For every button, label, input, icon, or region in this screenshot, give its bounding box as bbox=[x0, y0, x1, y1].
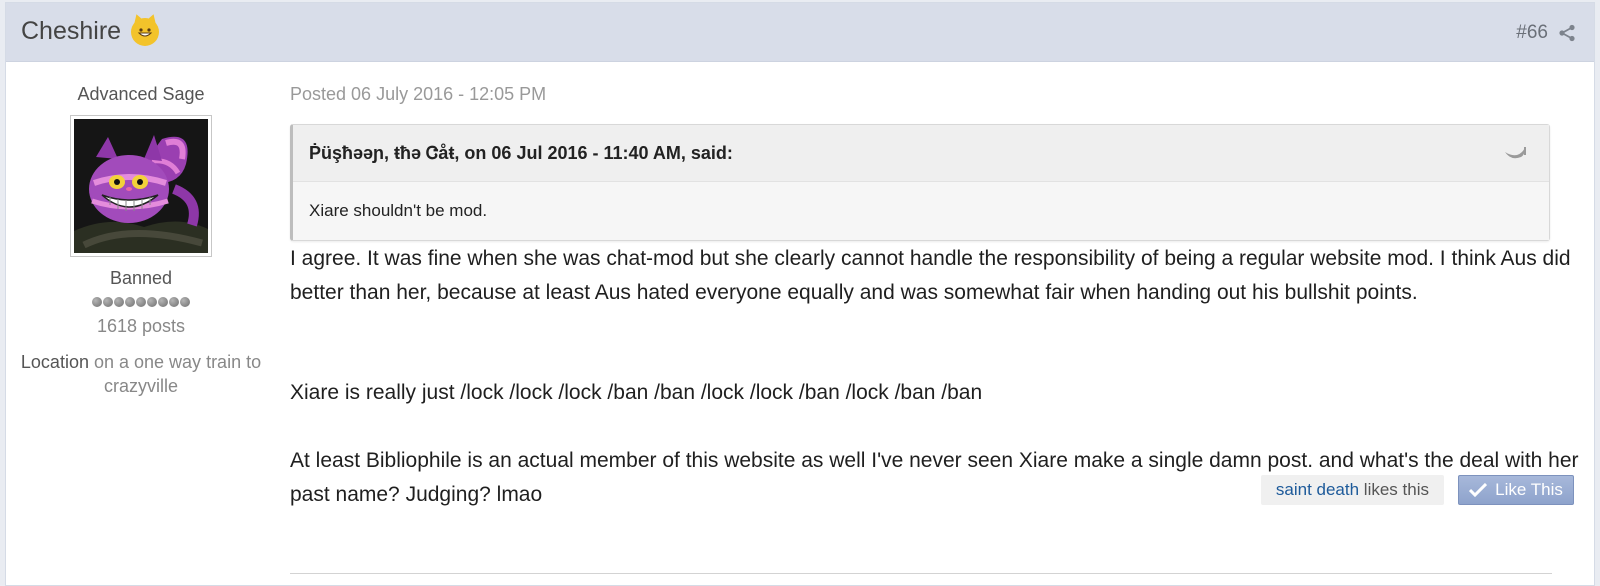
reputation-pip bbox=[136, 297, 146, 307]
quote-block: Ṗüşħəəɲ, ŧħə Ꮳåŧ, on 06 Jul 2016 - 11:40… bbox=[290, 124, 1550, 241]
author-name-text[interactable]: Cheshire bbox=[21, 17, 121, 46]
reputation-pip bbox=[114, 297, 124, 307]
grinning-cat-icon bbox=[131, 17, 160, 46]
author-sidebar: Advanced Sage Banned 1618 posts Location… bbox=[6, 61, 276, 398]
location-value: on a one way train to crazyville bbox=[93, 352, 262, 396]
reputation-pip bbox=[92, 297, 102, 307]
post-paragraph: I agree. It was fine when she was chat-m… bbox=[290, 247, 1571, 304]
post-header: Cheshire #66 bbox=[6, 3, 1594, 62]
forum-post: Cheshire #66 Advanced Sage Banned 1618 p… bbox=[5, 2, 1595, 586]
location: Location on a one way train to crazyvill… bbox=[6, 350, 276, 398]
reputation-pip bbox=[169, 297, 179, 307]
reputation-pip bbox=[103, 297, 113, 307]
quote-jump-icon[interactable] bbox=[1503, 145, 1527, 161]
location-label: Location bbox=[20, 352, 89, 372]
post-number-link[interactable]: #66 bbox=[1516, 22, 1548, 44]
reputation-pips bbox=[6, 297, 276, 307]
avatar[interactable] bbox=[70, 115, 212, 257]
divider bbox=[290, 573, 1552, 574]
posted-date: Posted 06 July 2016 - 12:05 PM bbox=[290, 84, 547, 104]
like-button-label[interactable]: Like This bbox=[1495, 480, 1563, 500]
cheshire-cat-avatar bbox=[74, 119, 208, 253]
quote-text: Xiare shouldn't be mod. bbox=[293, 182, 1549, 240]
check-icon bbox=[1469, 483, 1488, 497]
likes-suffix: likes this bbox=[1359, 480, 1429, 499]
post-count: 1618 posts bbox=[96, 316, 186, 336]
reputation-pip bbox=[125, 297, 135, 307]
reputation-pip bbox=[147, 297, 157, 307]
reputation-pip bbox=[180, 297, 190, 307]
post-paragraph: Xiare is really just /lock /lock /lock /… bbox=[290, 381, 983, 404]
like-bar: saint death likes this Like This bbox=[1260, 475, 1574, 505]
share-icon[interactable] bbox=[1558, 24, 1576, 42]
post-content: Posted 06 July 2016 - 12:05 PM Ṗüşħəəɲ, … bbox=[290, 61, 1580, 512]
member-group: Banned bbox=[109, 268, 173, 288]
reputation-pip bbox=[158, 297, 168, 307]
author-name[interactable]: Cheshire bbox=[21, 17, 160, 46]
rank-title: Advanced Sage bbox=[77, 84, 205, 104]
quote-citation-text: Ṗüşħəəɲ, ŧħə Ꮳåŧ, on 06 Jul 2016 - 11:40… bbox=[309, 143, 733, 163]
quote-citation: Ṗüşħəəɲ, ŧħə Ꮳåŧ, on 06 Jul 2016 - 11:40… bbox=[293, 125, 1549, 182]
liker-link[interactable]: saint death bbox=[1276, 480, 1359, 499]
like-summary: saint death likes this bbox=[1260, 475, 1444, 505]
like-button[interactable]: Like This bbox=[1458, 475, 1574, 505]
